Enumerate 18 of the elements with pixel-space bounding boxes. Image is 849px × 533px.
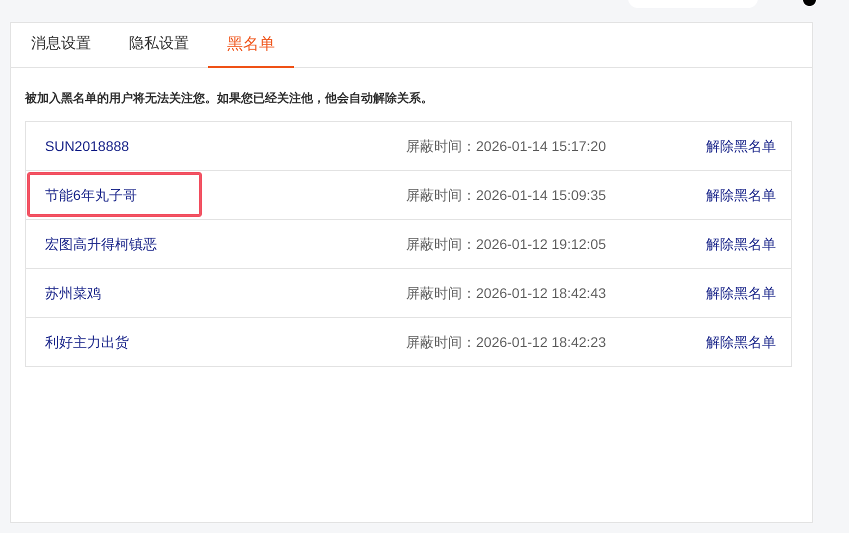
username-link[interactable]: 节能6年丸子哥 (45, 184, 406, 206)
username-link[interactable]: 苏州菜鸡 (45, 282, 406, 304)
blocked-time: 屏蔽时间：2026-01-12 18:42:43 (406, 284, 607, 302)
blocked-time: 屏蔽时间：2026-01-14 15:17:20 (406, 136, 607, 156)
tab[interactable]: 隐私设置 (110, 23, 208, 68)
blocked-time: 屏蔽时间：2026-01-12 19:12:05 (406, 234, 607, 254)
blocked-time: 屏蔽时间：2026-01-12 18:42:23 (406, 332, 607, 352)
unblock-link[interactable]: 解除黑名单 (706, 234, 776, 254)
unblock-link[interactable]: 解除黑名单 (706, 332, 776, 352)
username-link[interactable]: 宏图高升得柯镇恶 (45, 234, 406, 254)
unblock-link[interactable]: 解除黑名单 (706, 282, 776, 304)
username-link[interactable]: SUN2018888 (45, 136, 406, 156)
notice-text: 被加入黑名单的用户将无法关注您。如果您已经关注他，他会自动解除关系。 (25, 90, 434, 107)
username-link[interactable]: 利好主力出货 (45, 332, 406, 352)
blocked-time: 屏蔽时间：2026-01-14 15:09:35 (406, 186, 607, 204)
tab[interactable]: 消息设置 (12, 23, 110, 68)
unblock-link[interactable]: 解除黑名单 (706, 136, 776, 156)
unblock-link[interactable]: 解除黑名单 (706, 184, 776, 206)
